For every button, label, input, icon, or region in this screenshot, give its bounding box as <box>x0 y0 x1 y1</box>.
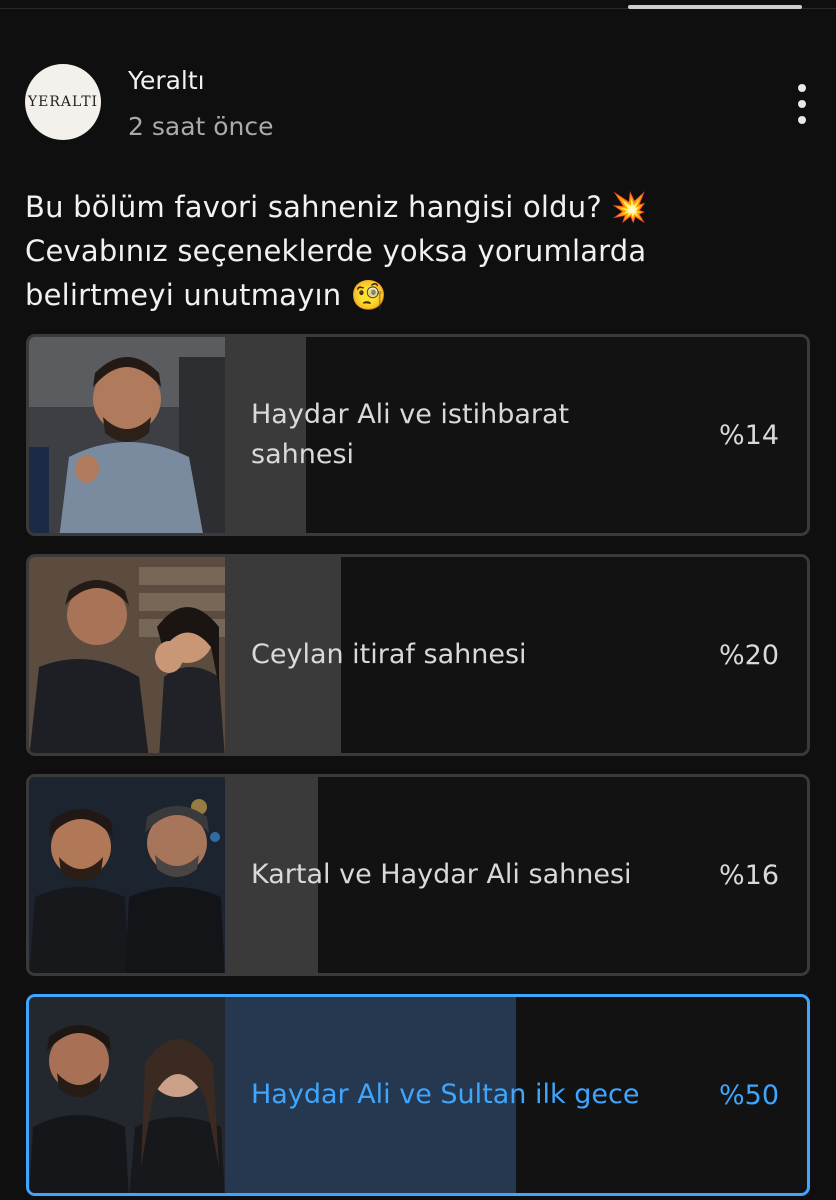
post-text-line: belirtmeyi unutmayın 🧐 <box>25 278 388 312</box>
option-percent: %50 <box>718 1079 779 1111</box>
option-percent: %20 <box>718 639 779 671</box>
option-percent: %14 <box>718 419 779 451</box>
more-options-icon[interactable] <box>786 84 818 124</box>
post-text-line: Bu bölüm favori sahneniz hangisi oldu? 💥 <box>25 190 648 224</box>
avatar-logo-text: YERALTI <box>27 94 99 110</box>
option-label: Ceylan itiraf sahnesi <box>251 639 527 670</box>
option-label: Haydar Ali ve Sultan ilk gece <box>251 1079 640 1110</box>
poll-option-3[interactable]: Kartal ve Haydar Ali sahnesi %16 <box>26 774 810 976</box>
channel-name[interactable]: Yeraltı <box>128 66 205 95</box>
drag-handle[interactable] <box>628 5 802 9</box>
post-timestamp: 2 saat önce <box>128 112 274 141</box>
option-thumbnail-image <box>29 557 225 753</box>
channel-avatar[interactable]: YERALTI <box>25 64 101 140</box>
option-thumbnail-image <box>29 777 225 973</box>
option-thumbnail-image <box>29 337 225 533</box>
post-text-line: Cevabınız seçeneklerde yoksa yorumlarda <box>25 234 647 268</box>
post-text: Bu bölüm favori sahneniz hangisi oldu? 💥… <box>25 185 815 317</box>
option-label: Kartal ve Haydar Ali sahnesi <box>251 859 632 890</box>
poll-option-2[interactable]: Ceylan itiraf sahnesi %20 <box>26 554 810 756</box>
poll-option-4[interactable]: Haydar Ali ve Sultan ilk gece %50 <box>26 994 810 1196</box>
option-thumbnail-image <box>29 997 225 1193</box>
option-percent: %16 <box>718 859 779 891</box>
option-label: Haydar Ali ve istihbarat sahnesi <box>251 399 570 470</box>
poll-option-1[interactable]: Haydar Ali ve istihbarat sahnesi %14 <box>26 334 810 536</box>
